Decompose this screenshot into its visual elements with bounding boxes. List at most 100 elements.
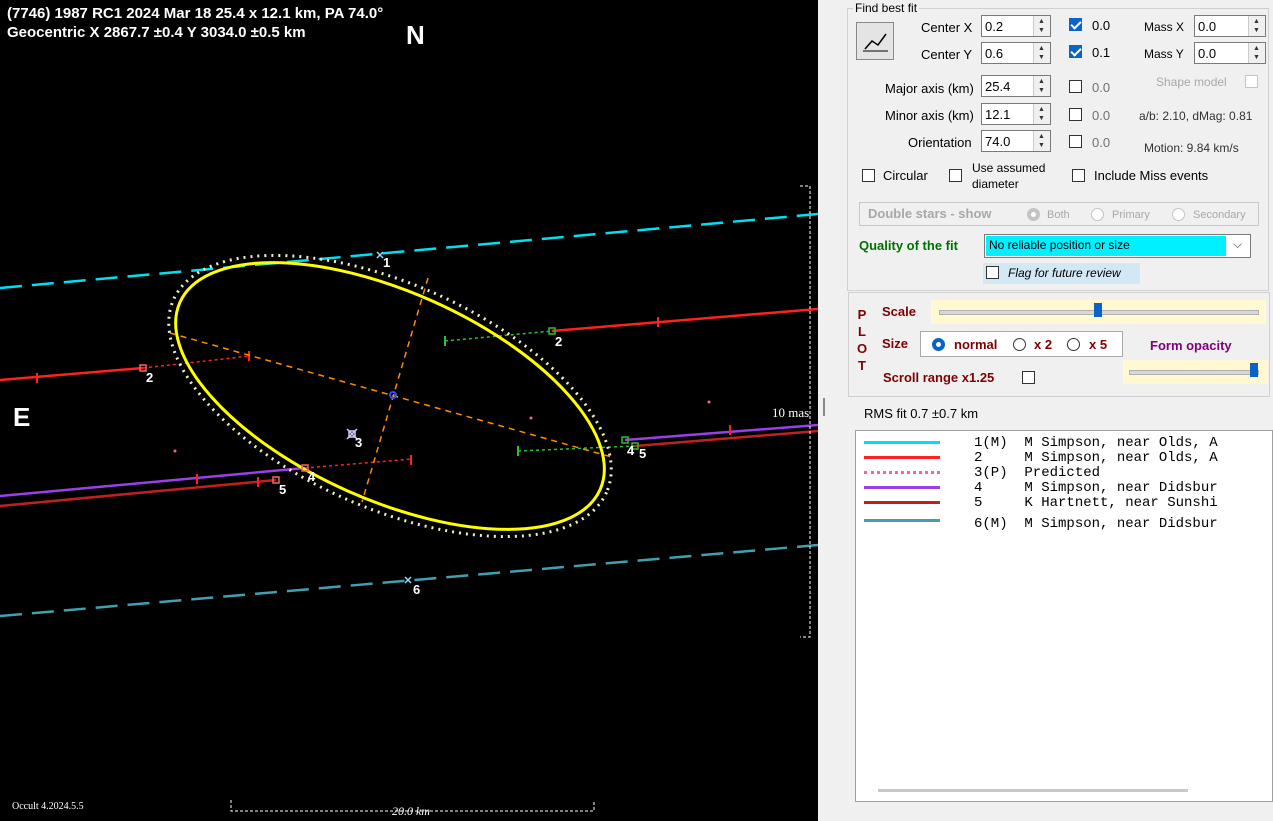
- chord-label-2-right: 2: [555, 334, 563, 349]
- both-radio[interactable]: [1027, 208, 1040, 221]
- spinner-arrows-icon[interactable]: ▲ ▼: [1033, 76, 1050, 96]
- opacity-slider-thumb[interactable]: [1250, 363, 1258, 377]
- plot-graphics: [0, 185, 818, 812]
- legend-row-3[interactable]: 3(P) Predicted: [856, 465, 1272, 481]
- center-y-label: Center Y: [921, 47, 973, 62]
- legend-scrollbar[interactable]: [878, 789, 1188, 792]
- major-axis-spinner[interactable]: 25.4 ▲ ▼: [981, 75, 1051, 97]
- north-label: N: [406, 20, 425, 50]
- secondary-radio[interactable]: [1172, 208, 1185, 221]
- chord-legend[interactable]: 1(M) M Simpson, near Olds, A 2 M Simpson…: [855, 430, 1273, 802]
- primary-label: Primary: [1112, 209, 1150, 221]
- spinner-arrows-icon[interactable]: ▲ ▼: [1033, 43, 1050, 63]
- rms-fit-label: RMS fit 0.7 ±0.7 km: [864, 406, 979, 421]
- chord-label-2-left: 2: [146, 370, 154, 385]
- major-axis-label: Major axis (km): [885, 81, 974, 96]
- size-x2-label: x 2: [1034, 337, 1053, 352]
- chord-label-4-right: 4: [627, 443, 635, 458]
- flag-review-label: Flag for future review: [1008, 266, 1121, 280]
- size-x2-radio[interactable]: [1013, 338, 1026, 351]
- plot-title: (7746) 1987 RC1 2024 Mar 18 25.4 x 12.1 …: [7, 5, 384, 22]
- primary-radio[interactable]: [1091, 208, 1104, 221]
- orientation-checkbox[interactable]: [1069, 135, 1082, 148]
- size-normal-radio[interactable]: [932, 338, 945, 351]
- shape-model-checkbox[interactable]: [1245, 75, 1258, 88]
- legend-swatch-6: [864, 519, 940, 522]
- east-label: E: [13, 402, 31, 432]
- include-miss-label: Include Miss events: [1094, 168, 1209, 183]
- legend-swatch-4: [864, 486, 940, 489]
- legend-swatch-5: [864, 501, 940, 504]
- legend-row-2[interactable]: 2 M Simpson, near Olds, A: [856, 450, 1272, 466]
- scale-slider[interactable]: [931, 300, 1266, 324]
- minor-axis-fit-value: 0.0: [1092, 108, 1111, 123]
- minor-axis-label: Minor axis (km): [885, 108, 974, 123]
- spinner-arrows-icon[interactable]: ▲ ▼: [1033, 104, 1050, 124]
- major-axis-fit-value: 0.0: [1092, 80, 1111, 95]
- spinner-arrows-icon[interactable]: ▲ ▼: [1033, 131, 1050, 151]
- shape-model-label: Shape model: [1156, 75, 1227, 89]
- center-y-checkbox[interactable]: [1069, 45, 1082, 58]
- use-assumed-checkbox[interactable]: [949, 169, 962, 182]
- spinner-arrows-icon[interactable]: ▲ ▼: [1033, 16, 1050, 36]
- mass-y-spinner[interactable]: 0.0 ▲ ▼: [1194, 42, 1266, 64]
- mass-x-label: Mass X: [1144, 20, 1185, 34]
- center-y-fit-value: 0.1: [1092, 45, 1111, 60]
- flag-review-checkbox[interactable]: [986, 266, 999, 279]
- minor-axis-spinner[interactable]: 12.1 ▲ ▼: [981, 103, 1051, 125]
- legend-row-6[interactable]: 6(M) M Simpson, near Didsbur: [856, 516, 1272, 532]
- chord-label-5-left: 5: [279, 482, 287, 497]
- legend-swatch-3: [864, 471, 940, 474]
- major-axis: [169, 332, 616, 459]
- plot-vertical-label: PLOT: [857, 307, 868, 373]
- scale-label: Scale: [882, 304, 916, 319]
- motion-label: Motion: 9.84 km/s: [1144, 141, 1239, 155]
- scale-mas-label: 10 mas: [772, 405, 810, 420]
- orientation-spinner[interactable]: 74.0 ▲ ▼: [981, 130, 1051, 152]
- mass-x-spinner[interactable]: 0.0 ▲ ▼: [1194, 15, 1266, 37]
- quality-value: No reliable position or size: [989, 238, 1130, 252]
- center-x-fit-value: 0.0: [1092, 18, 1111, 33]
- legend-row-1[interactable]: 1(M) M Simpson, near Olds, A: [856, 435, 1272, 451]
- occultation-plot[interactable]: 1 2 2 3 4 4 5 5 6 (7746) 1987 RC1 2024 M…: [0, 0, 818, 821]
- chord-1-line: [0, 212, 818, 290]
- chord-label-1: 1: [383, 255, 391, 270]
- scale-slider-thumb[interactable]: [1094, 303, 1102, 317]
- spinner-arrows-icon[interactable]: ▲ ▼: [1248, 43, 1265, 63]
- version-label: Occult 4.2024.5.5: [12, 801, 84, 812]
- plot-geocentric: Geocentric X 2867.7 ±0.4 Y 3034.0 ±0.5 k…: [7, 24, 306, 41]
- chevron-down-icon: ⌵: [1233, 237, 1243, 251]
- fit-button[interactable]: [856, 22, 894, 60]
- circular-checkbox[interactable]: [862, 169, 875, 182]
- opacity-slider[interactable]: [1123, 360, 1268, 384]
- mass-y-label: Mass Y: [1144, 47, 1184, 61]
- orientation-label: Orientation: [908, 135, 972, 150]
- double-stars-label: Double stars - show: [868, 206, 992, 221]
- scroll-range-checkbox[interactable]: [1022, 371, 1035, 384]
- size-x5-radio[interactable]: [1067, 338, 1080, 351]
- include-miss-checkbox[interactable]: [1072, 169, 1085, 182]
- chord-2-line-left: [0, 366, 144, 382]
- quality-label: Quality of the fit: [859, 238, 958, 253]
- minor-axis-checkbox[interactable]: [1069, 108, 1082, 121]
- chord-label-6: 6: [413, 582, 421, 597]
- size-x5-label: x 5: [1089, 337, 1108, 352]
- chord-2-line-right: [551, 307, 818, 333]
- legend-swatch-1: [864, 441, 940, 444]
- center-y-spinner[interactable]: 0.6 ▲ ▼: [981, 42, 1051, 64]
- legend-row-5[interactable]: 5 K Hartnett, near Sunshi: [856, 495, 1272, 511]
- major-axis-checkbox[interactable]: [1069, 80, 1082, 93]
- spinner-arrows-icon[interactable]: ▲ ▼: [1248, 16, 1265, 36]
- both-label: Both: [1047, 209, 1070, 221]
- quality-dropdown[interactable]: No reliable position or size ⌵: [984, 234, 1251, 258]
- chord-label-5-right: 5: [639, 446, 647, 461]
- splitter-handle[interactable]: [823, 398, 825, 416]
- find-best-fit-label: Find best fit: [853, 1, 920, 15]
- legend-swatch-2: [864, 456, 940, 459]
- form-opacity-label: Form opacity: [1150, 338, 1232, 353]
- size-normal-label: normal: [954, 337, 998, 352]
- legend-row-4[interactable]: 4 M Simpson, near Didsbur: [856, 480, 1272, 496]
- center-x-checkbox[interactable]: [1069, 18, 1082, 31]
- chord-2-error-left: [142, 355, 251, 369]
- center-x-spinner[interactable]: 0.2 ▲ ▼: [981, 15, 1051, 37]
